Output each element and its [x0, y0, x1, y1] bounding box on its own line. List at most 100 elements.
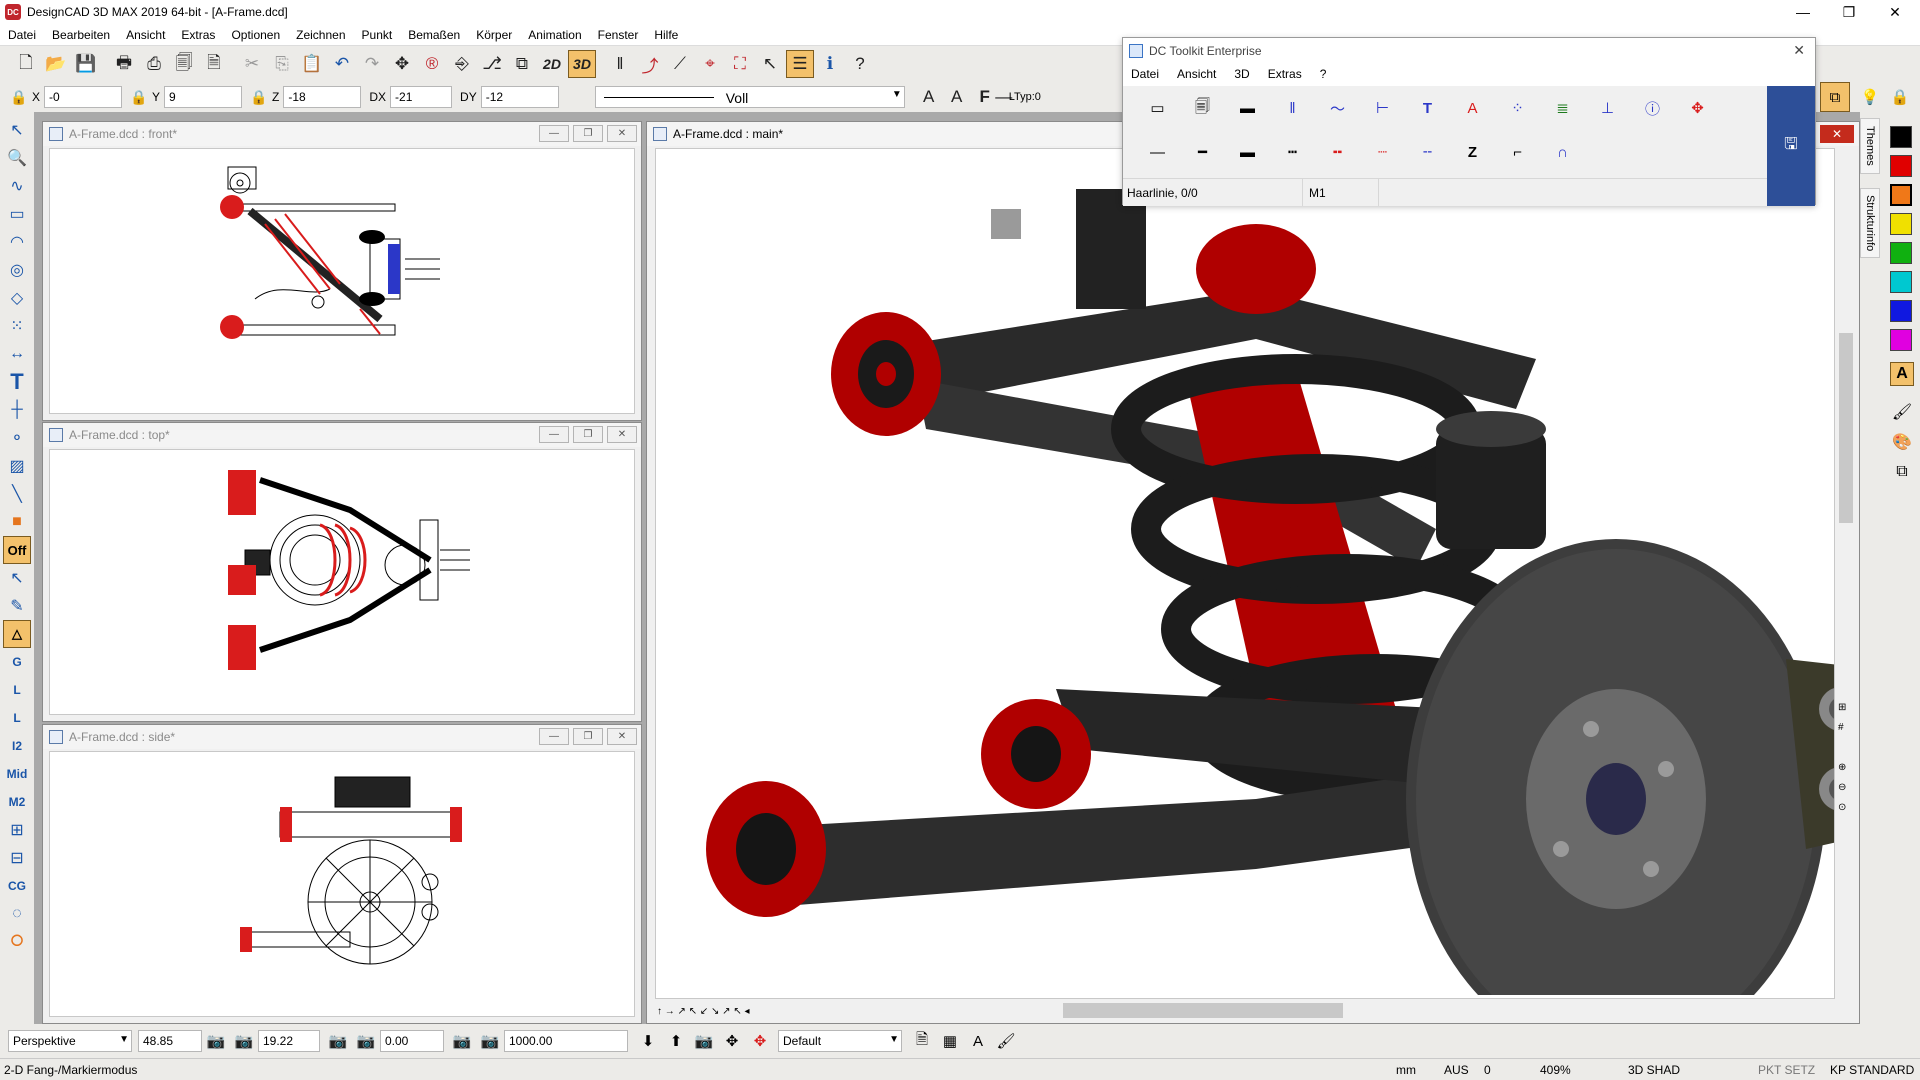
toolkit-save-icon[interactable]: 🖫 [1767, 86, 1815, 206]
redraw-icon[interactable]: ® [418, 50, 446, 78]
snap-icon[interactable]: ⌖ [696, 50, 724, 78]
menu-animation[interactable]: Animation [520, 28, 589, 42]
select-frame-icon[interactable]: ⛶ [726, 50, 754, 78]
pen-icon[interactable]: ✎ [3, 592, 31, 620]
text-style-icon[interactable]: A [1890, 362, 1914, 386]
top-view-window[interactable]: A-Frame.dcd : top* — ❐ ✕ [42, 422, 642, 722]
corner-tool-icon[interactable]: ⌐ [1495, 137, 1540, 167]
copy-icon[interactable]: ⎘ [268, 50, 296, 78]
line-thin-icon[interactable]: — [1135, 137, 1180, 167]
line-thick-icon[interactable]: ▬ [1225, 137, 1270, 167]
dashed-line-icon[interactable]: ┅ [1270, 137, 1315, 167]
toolkit-menu-3d[interactable]: 3D [1234, 67, 1249, 81]
snap-square-icon[interactable]: ⊞ [3, 816, 31, 844]
camera-tilt-icon[interactable]: 📷 [324, 1028, 352, 1054]
tab-themes[interactable]: Themes [1860, 118, 1880, 174]
view-icon[interactable]: ⎆ [448, 50, 476, 78]
side-view-canvas[interactable] [49, 751, 635, 1017]
menu-hilfe[interactable]: Hilfe [646, 28, 686, 42]
lightbulb-icon[interactable]: 💡 [1855, 82, 1885, 112]
toolkit-menu-datei[interactable]: Datei [1131, 67, 1159, 81]
arrow-down-icon[interactable]: ⬇ [634, 1028, 662, 1054]
blue-dash-icon[interactable]: ╌ [1405, 137, 1450, 167]
snap-g-button[interactable]: G [3, 648, 31, 676]
red-dash-icon[interactable]: ╍ [1315, 137, 1360, 167]
color-orange[interactable] [1890, 184, 1912, 206]
snap-arrow-icon[interactable]: ↖ [3, 564, 31, 592]
main-view-canvas[interactable] [655, 148, 1835, 999]
nodes-icon[interactable]: ⁘ [1495, 93, 1540, 123]
z-tool-icon[interactable]: Z [1450, 137, 1495, 167]
page-setup-icon[interactable]: 🗎 [908, 1028, 936, 1054]
color-green[interactable] [1890, 242, 1912, 264]
line-pick-icon[interactable]: ⟋ [666, 50, 694, 78]
line-medium-icon[interactable]: ━ [1180, 137, 1225, 167]
scroll-thumb[interactable] [1839, 333, 1853, 523]
camera-tilt2-icon[interactable]: 📷 [352, 1028, 380, 1054]
zoom-icon[interactable]: 🔍 [3, 144, 31, 172]
help-pointer-icon[interactable]: ? [846, 50, 874, 78]
parallel-icon[interactable]: ‖ [1270, 93, 1315, 123]
toolkit-menu-ansicht[interactable]: Ansicht [1177, 67, 1216, 81]
restore-icon[interactable]: ❐ [573, 125, 603, 142]
menu-extras[interactable]: Extras [173, 28, 223, 42]
select-arrow-icon[interactable]: ↖ [3, 116, 31, 144]
zoom-out-icon[interactable]: ⊖ [1838, 782, 1846, 793]
color-red[interactable] [1890, 155, 1912, 177]
paste-icon[interactable]: 📋 [298, 50, 326, 78]
arrow-up-icon[interactable]: ⬆ [662, 1028, 690, 1054]
axis-icon[interactable]: ⤴ [636, 50, 664, 78]
menu-bearbeiten[interactable]: Bearbeiten [44, 28, 118, 42]
front-view-window[interactable]: A-Frame.dcd : front* — ❐ ✕ [42, 121, 642, 421]
minimize-icon[interactable]: — [539, 125, 569, 142]
menu-koerper[interactable]: Körper [468, 28, 520, 42]
toolkit-window[interactable]: DC Toolkit Enterprise ✕ Datei Ansicht 3D… [1122, 37, 1816, 206]
thick-line-icon[interactable]: ▬ [1225, 93, 1270, 123]
lock-icon[interactable]: 🔒 [1885, 82, 1915, 112]
text-tool-icon[interactable]: T [3, 368, 31, 396]
color-magenta[interactable] [1890, 329, 1912, 351]
layer-swap-icon[interactable]: ⧉ [1890, 460, 1914, 484]
save-icon[interactable]: 💾 [72, 50, 100, 78]
view2-icon[interactable]: ⎇ [478, 50, 506, 78]
scroll-thumb[interactable] [1063, 1003, 1343, 1018]
main-view-window[interactable]: A-Frame.dcd : main* ⊞ # ⊕ ⊖ ⊙ ↑ → ↗ ↖ ↙ … [646, 121, 1860, 1024]
close-button[interactable]: ✕ [1872, 0, 1918, 24]
view3-icon[interactable]: ⧉ [508, 50, 536, 78]
menu-bemassen[interactable]: Bemaßen [400, 28, 468, 42]
close-icon[interactable]: ✕ [607, 125, 637, 142]
orbit-icon[interactable]: ✥ [746, 1028, 774, 1054]
print-preview-icon[interactable]: ⎙ [140, 50, 168, 78]
zoom-tools-icon[interactable]: ⊞ [1838, 702, 1846, 713]
snap-l-button[interactable]: L [3, 676, 31, 704]
close-icon[interactable]: ✕ [607, 426, 637, 443]
maximize-button[interactable]: ❐ [1826, 0, 1872, 24]
mode-2d-button[interactable]: 2D [538, 50, 566, 78]
menu-optionen[interactable]: Optionen [223, 28, 288, 42]
restore-icon[interactable]: ❐ [573, 728, 603, 745]
focal-field[interactable]: 1000.00 [504, 1030, 628, 1052]
cross-icon[interactable]: ┼ [3, 396, 31, 424]
undo-icon[interactable]: ↶ [328, 50, 356, 78]
menu-datei[interactable]: Datei [0, 28, 44, 42]
main-view-horizontal-scrollbar[interactable]: ↑ → ↗ ↖ ↙ ↘ ↗ ↖ ◂ [655, 1001, 1835, 1021]
open-icon[interactable]: 📂 [42, 50, 70, 78]
text-a-icon[interactable]: A [1450, 93, 1495, 123]
move-icon[interactable]: ✥ [388, 50, 416, 78]
tab-strukturinfo[interactable]: Strukturinfo [1860, 188, 1880, 258]
layers-icon[interactable]: ☰ [786, 50, 814, 78]
rectangle-icon[interactable]: ▭ [1135, 93, 1180, 123]
minimize-icon[interactable]: — [539, 426, 569, 443]
dash-line-icon[interactable]: ╲ [3, 480, 31, 508]
lock-y-icon[interactable]: 🔒 [128, 86, 150, 108]
grid-icon[interactable]: # [1838, 722, 1844, 733]
hatch-icon[interactable]: ▨ [3, 452, 31, 480]
circle-icon[interactable]: ◎ [3, 256, 31, 284]
camera-zoom2-icon[interactable]: 📷 [476, 1028, 504, 1054]
minimize-button[interactable]: — [1780, 0, 1826, 24]
cut-icon[interactable]: ✂ [238, 50, 266, 78]
copy-doc-icon[interactable]: 🗐 [1180, 93, 1225, 123]
box-icon[interactable]: ▭ [3, 200, 31, 228]
snap-off-button[interactable]: Off [3, 536, 31, 564]
menu-fenster[interactable]: Fenster [590, 28, 647, 42]
